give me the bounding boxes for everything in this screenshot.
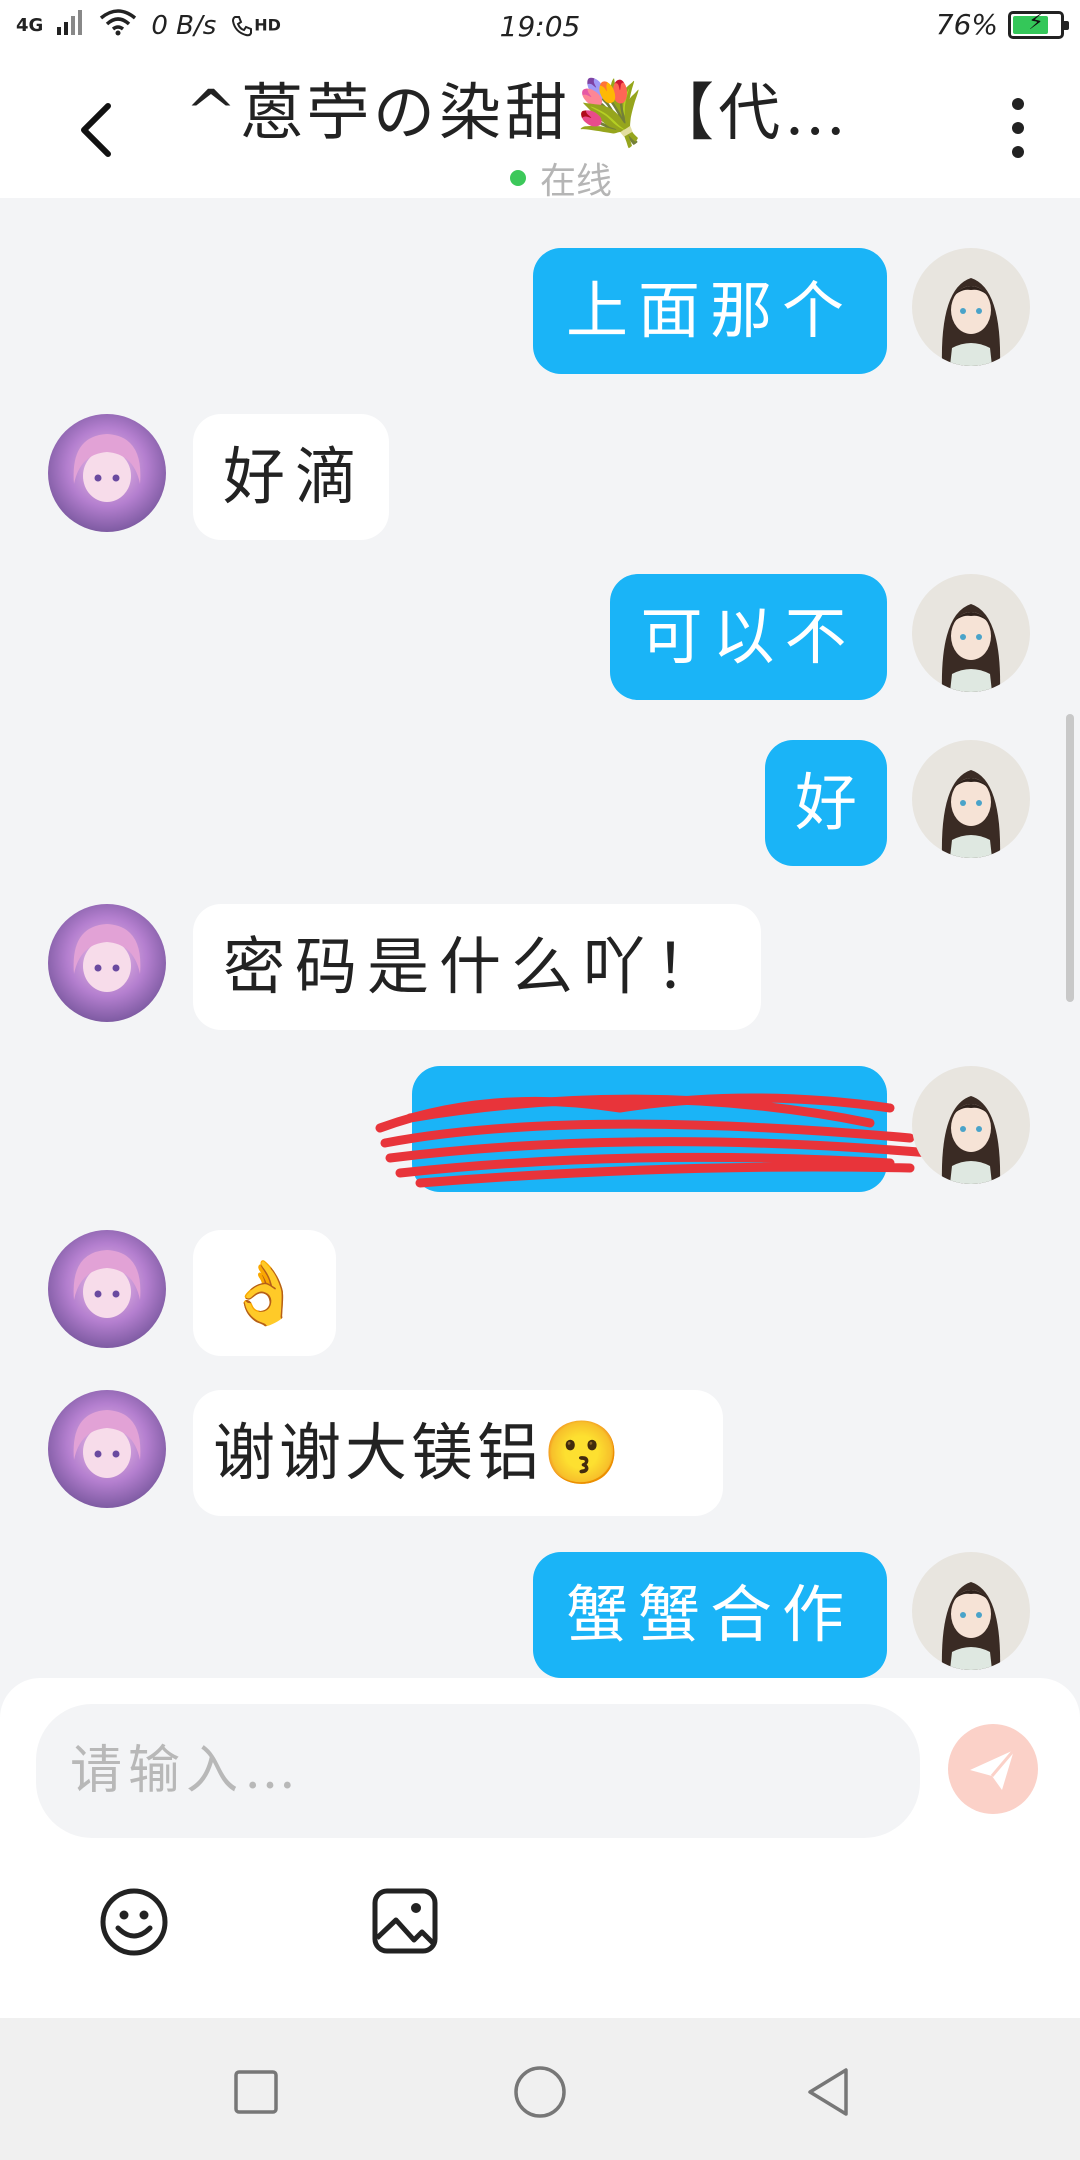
dot-icon: [1012, 122, 1024, 134]
contact-avatar[interactable]: [48, 1390, 166, 1508]
smiley-icon: [100, 1888, 168, 1956]
emoji-button[interactable]: [98, 1886, 170, 1958]
composer: 请输入…: [0, 1678, 1080, 2018]
contact-avatar[interactable]: [48, 904, 166, 1022]
image-icon: [372, 1888, 438, 1954]
my-avatar[interactable]: [912, 1066, 1030, 1184]
back-nav-button[interactable]: [800, 2064, 856, 2120]
contact-name[interactable]: ^蒽苧の染甜💐【代…: [185, 62, 885, 152]
system-nav-bar: [0, 2018, 1080, 2160]
outgoing-message[interactable]: 蟹蟹合作: [533, 1552, 887, 1678]
battery-icon: ⚡: [1008, 9, 1069, 39]
triangle-back-icon: [808, 2068, 848, 2116]
contact-avatar[interactable]: [48, 1230, 166, 1348]
clock: 19:05: [499, 10, 581, 43]
battery-percent: 76%: [935, 8, 998, 41]
redaction-scribble: [375, 1093, 930, 1188]
send-icon: [970, 1749, 1016, 1790]
outgoing-message[interactable]: 好: [765, 740, 887, 866]
status-bar: 4G 0 B/s HD 19:05 76% ⚡: [0, 0, 1080, 52]
message-input[interactable]: 请输入…: [36, 1704, 920, 1838]
status-right: 76% ⚡: [935, 8, 1069, 41]
dot-icon: [1012, 98, 1024, 110]
online-label: 在线: [540, 161, 613, 202]
chat-header: ^蒽苧の染甜💐【代… 在线: [0, 52, 1080, 202]
more-options-button[interactable]: [1012, 98, 1024, 158]
my-avatar[interactable]: [912, 248, 1030, 366]
square-icon: [234, 2070, 278, 2114]
image-button[interactable]: [370, 1886, 440, 1956]
my-avatar[interactable]: [912, 740, 1030, 858]
my-avatar[interactable]: [912, 574, 1030, 692]
recent-apps-button[interactable]: [228, 2064, 284, 2120]
outgoing-message[interactable]: 可以不: [610, 574, 887, 700]
back-button[interactable]: [70, 92, 120, 162]
message-list[interactable]: 上面那个 好滴 可以不 好 密码是什么吖！ 👌 谢谢大镁铝😗 蟹蟹合作: [0, 198, 1080, 1678]
contact-avatar[interactable]: [48, 414, 166, 532]
incoming-message[interactable]: 谢谢大镁铝😗: [193, 1390, 723, 1516]
circle-icon: [514, 2066, 566, 2118]
charging-icon: ⚡: [1028, 9, 1044, 35]
outgoing-message[interactable]: 上面那个: [533, 248, 887, 374]
my-avatar[interactable]: [912, 1552, 1030, 1670]
online-status: 在线: [510, 152, 612, 204]
scrollbar[interactable]: [1066, 714, 1074, 1002]
incoming-message[interactable]: 好滴: [193, 414, 389, 540]
online-dot-icon: [510, 170, 526, 186]
incoming-message[interactable]: 密码是什么吖！: [193, 904, 761, 1030]
incoming-message[interactable]: 👌: [193, 1230, 336, 1356]
home-button[interactable]: [512, 2064, 568, 2120]
send-button[interactable]: [948, 1724, 1038, 1814]
chevron-left-icon: [81, 103, 111, 157]
dot-icon: [1012, 146, 1024, 158]
